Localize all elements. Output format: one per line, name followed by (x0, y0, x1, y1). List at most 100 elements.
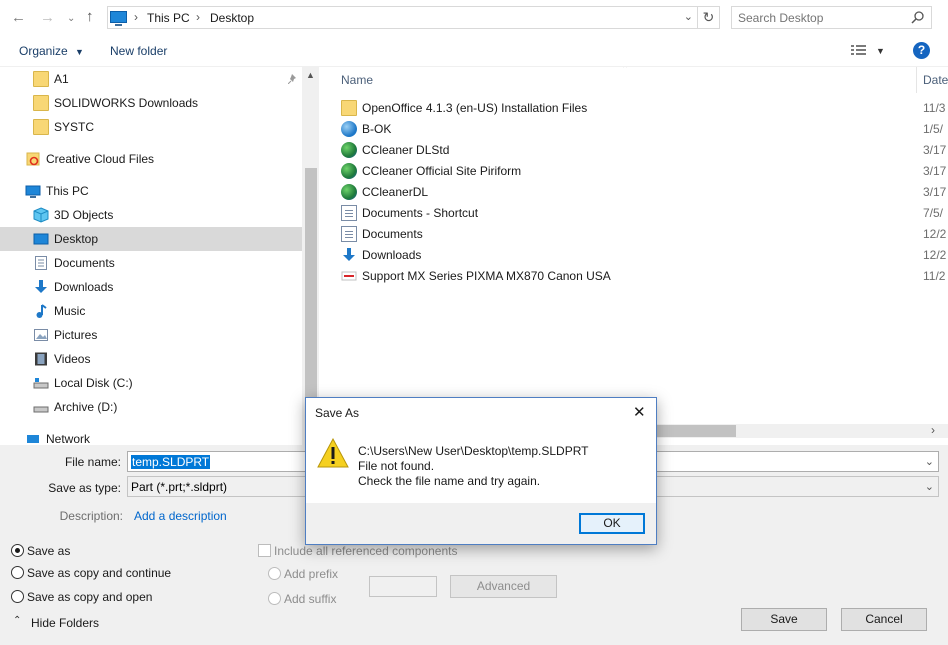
file-list: Name ⌃ Date OpenOffice 4.1.3 (en-US) Ins… (319, 67, 948, 445)
nav-item-videos[interactable]: Videos (0, 347, 302, 371)
add-prefix-radio[interactable] (268, 567, 281, 580)
downloads-icon (343, 248, 355, 261)
save-as-copy-continue-radio[interactable] (11, 566, 24, 579)
up-arrow-icon[interactable]: ↑ (86, 9, 94, 24)
file-name: Documents (362, 227, 423, 241)
nav-item-creative-cloud-files[interactable]: Creative Cloud Files (0, 147, 302, 171)
cancel-button[interactable]: Cancel (841, 608, 927, 631)
file-name-dropdown-icon[interactable]: ⌄ (925, 455, 934, 468)
scroll-up-icon[interactable]: ▲ (306, 70, 315, 80)
nav-item-this-pc[interactable]: This PC (0, 179, 302, 203)
forward-arrow-icon[interactable]: → (40, 10, 55, 25)
recent-locations-chevron-icon[interactable]: ⌄ (67, 11, 75, 26)
dialog-message-hint: Check the file name and try again. (358, 474, 541, 488)
save-as-copy-continue-label: Save as copy and continue (27, 566, 172, 580)
internet-shortcut-icon (341, 184, 357, 200)
nav-item-label: SOLIDWORKS Downloads (54, 96, 199, 110)
file-name: OpenOffice 4.1.3 (en-US) Installation Fi… (362, 101, 588, 115)
file-name: B-OK (362, 122, 392, 136)
search-box[interactable] (731, 6, 932, 29)
back-arrow-icon[interactable]: ← (11, 10, 26, 25)
nav-item-pictures[interactable]: Pictures (0, 323, 302, 347)
include-references-label: Include all referenced components (274, 544, 458, 558)
organize-button[interactable]: Organize ▼ (19, 44, 84, 58)
nav-item-label: Archive (D:) (54, 400, 118, 414)
column-header-name[interactable]: Name (341, 73, 373, 87)
sort-ascending-icon: ⌃ (621, 67, 630, 75)
nav-item-label: Music (54, 304, 86, 318)
add-suffix-radio[interactable] (268, 592, 281, 605)
file-row[interactable]: Documents 12/2 (339, 224, 948, 245)
nav-item-label: Creative Cloud Files (46, 152, 155, 166)
save-as-label: Save as (27, 544, 71, 558)
breadcrumb-desktop[interactable]: Desktop (210, 11, 254, 25)
file-row[interactable]: OpenOffice 4.1.3 (en-US) Installation Fi… (339, 98, 948, 119)
nav-item-label: Desktop (54, 232, 99, 246)
nav-item-music[interactable]: Music (0, 299, 302, 323)
file-date: 12/2 (923, 227, 947, 241)
help-icon[interactable]: ? (913, 42, 930, 59)
file-row[interactable]: Downloads 12/2 (339, 245, 948, 266)
file-name: CCleaner DLStd (362, 143, 450, 157)
drive-icon (33, 406, 49, 413)
nav-item-label: Local Disk (C:) (54, 376, 133, 390)
nav-item-a1[interactable]: A1 (0, 67, 302, 91)
scroll-right-icon[interactable]: › (931, 423, 935, 437)
hide-folders-button[interactable]: Hide Folders (31, 616, 99, 630)
file-date: 3/17 (923, 185, 947, 199)
pin-icon[interactable] (288, 73, 299, 84)
refresh-icon[interactable]: ↻ (698, 6, 720, 29)
canon-shortcut-icon (341, 271, 357, 281)
file-name-value[interactable]: temp.SLDPRT (131, 455, 211, 469)
nav-item-documents[interactable]: Documents (0, 251, 302, 275)
nav-item-network[interactable]: Network (0, 427, 302, 445)
folder-icon (33, 71, 49, 87)
add-description-link[interactable]: Add a description (134, 509, 227, 523)
save-button[interactable]: Save (741, 608, 827, 631)
file-row[interactable]: CCleaner Official Site Piriform 3/17 (339, 161, 948, 182)
nav-item-archive-d[interactable]: Archive (D:) (0, 395, 302, 419)
internet-shortcut-icon (341, 163, 357, 179)
save-as-type-dropdown-icon[interactable]: ⌄ (925, 480, 934, 493)
nav-item-local-disk-c[interactable]: Local Disk (C:) (0, 371, 302, 395)
hide-folders-chevron-icon[interactable]: ⌃ (13, 615, 21, 626)
nav-item-3d-objects[interactable]: 3D Objects (0, 203, 302, 227)
nav-item-label: Downloads (54, 280, 114, 294)
search-input[interactable] (738, 10, 908, 26)
breadcrumb-this-pc[interactable]: This PC (147, 11, 190, 25)
save-as-copy-open-radio[interactable] (11, 590, 24, 603)
prefix-suffix-input[interactable] (369, 576, 437, 597)
close-icon[interactable]: ✕ (633, 403, 646, 421)
documents-icon (35, 256, 47, 270)
address-dropdown-icon[interactable]: ⌄ (684, 10, 693, 23)
file-row[interactable]: B-OK 1/5/ (339, 119, 948, 140)
ok-button[interactable]: OK (579, 513, 645, 534)
downloads-icon (35, 280, 47, 293)
advanced-button[interactable]: Advanced (450, 575, 557, 598)
address-bar[interactable]: › This PC › Desktop ⌄ (107, 6, 698, 29)
file-row[interactable]: Support MX Series PIXMA MX870 Canon USA … (339, 266, 948, 287)
nav-item-desktop[interactable]: Desktop (0, 227, 302, 251)
nav-item-systc[interactable]: SYSTC (0, 115, 302, 139)
include-references-checkbox[interactable] (258, 544, 271, 557)
view-options-icon[interactable] (851, 44, 869, 56)
search-icon[interactable] (911, 10, 925, 24)
nav-item-downloads[interactable]: Downloads (0, 275, 302, 299)
save-as-copy-open-label: Save as copy and open (27, 590, 153, 604)
save-as-radio[interactable] (11, 544, 24, 557)
pc-icon (110, 11, 127, 26)
nav-item-solidworks-downloads[interactable]: SOLIDWORKS Downloads (0, 91, 302, 115)
column-header-date[interactable]: Date (923, 73, 948, 87)
file-row[interactable]: CCleanerDL 3/17 (339, 182, 948, 203)
pictures-icon (34, 329, 48, 341)
file-date: 11/2 (923, 269, 946, 283)
file-name-label: File name: (64, 455, 121, 469)
music-icon (36, 304, 47, 318)
file-row[interactable]: Documents - Shortcut 7/5/ (339, 203, 948, 224)
view-dropdown-icon[interactable]: ▼ (876, 46, 885, 56)
drive-icon (33, 378, 49, 389)
new-folder-button[interactable]: New folder (110, 44, 167, 58)
organize-label: Organize (19, 44, 68, 58)
column-divider[interactable] (916, 67, 917, 93)
file-row[interactable]: CCleaner DLStd 3/17 (339, 140, 948, 161)
